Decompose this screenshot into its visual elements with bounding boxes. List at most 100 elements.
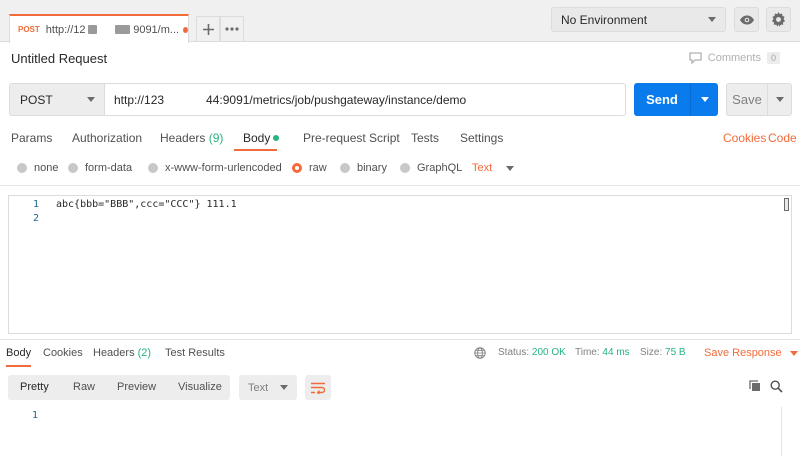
radio-circle	[340, 163, 350, 173]
radio-raw[interactable]: raw	[292, 162, 327, 174]
status-value: 200 OK	[531, 347, 566, 358]
url-text-start: http://123	[114, 92, 165, 107]
response-size: Size: 75 B	[640, 347, 686, 358]
time-label: Time:	[575, 347, 600, 358]
chevron-down-icon	[506, 165, 515, 171]
chevron-down-icon	[775, 97, 784, 102]
radio-label: none	[34, 162, 59, 174]
new-tab-button[interactable]	[196, 16, 220, 41]
tab-options-button[interactable]	[220, 16, 244, 41]
tab-prerequest-script[interactable]: Pre-request Script	[303, 131, 400, 145]
save-options-button[interactable]	[768, 97, 791, 102]
view-visualize[interactable]: Visualize	[178, 381, 222, 393]
radio-urlencoded[interactable]: x-www-form-urlencoded	[148, 162, 282, 174]
tab-settings[interactable]: Settings	[460, 131, 503, 145]
eye-icon	[739, 15, 754, 24]
radio-circle	[148, 163, 158, 173]
search-icon[interactable]	[770, 380, 783, 396]
line-gutter: 1 2	[9, 196, 45, 333]
tab-method: POST	[18, 25, 40, 34]
gear-icon	[771, 12, 786, 27]
response-format-select[interactable]: Text	[239, 375, 297, 400]
save-response-button[interactable]: Save Response	[704, 347, 798, 359]
wrap-lines-button[interactable]	[305, 375, 331, 400]
code-link[interactable]: Code	[768, 131, 797, 145]
send-button[interactable]: Send	[634, 83, 718, 116]
manage-environments-button[interactable]	[766, 7, 791, 32]
raw-format-select[interactable]: Text	[472, 162, 515, 174]
copy-icon[interactable]	[749, 380, 761, 395]
response-divider[interactable]	[0, 339, 800, 340]
response-tab-headers[interactable]: Headers (2)	[93, 347, 151, 359]
environment-label: No Environment	[561, 12, 648, 27]
response-time: Time: 44 ms	[575, 347, 630, 358]
chevron-down-icon	[280, 385, 288, 390]
chevron-down-icon	[87, 97, 95, 102]
code-line[interactable]: abc{bbb="BBB",ccc="CCC"} 111.1	[56, 199, 237, 210]
response-scrollbar[interactable]	[781, 407, 782, 456]
response-tab-cookies[interactable]: Cookies	[43, 347, 83, 359]
save-button[interactable]: Save	[726, 83, 792, 116]
tab-body[interactable]: Body	[243, 131, 280, 145]
tab-headers[interactable]: Headers (9)	[160, 131, 223, 145]
send-options-button[interactable]	[691, 97, 718, 102]
save-response-label: Save Response	[704, 347, 782, 359]
redacted-block	[115, 25, 131, 34]
has-content-dot-icon	[273, 135, 280, 141]
response-tab-test-results[interactable]: Test Results	[165, 347, 225, 359]
save-label: Save	[732, 92, 762, 107]
chevron-down-icon	[789, 350, 798, 356]
radio-binary[interactable]: binary	[340, 162, 387, 174]
raw-format-label: Text	[472, 162, 493, 174]
radio-circle	[68, 163, 78, 173]
editor-scrollbar[interactable]	[784, 198, 789, 211]
radio-graphql[interactable]: GraphQL	[400, 162, 462, 174]
tab-bar: POST http://12 9091/m... No Environment	[0, 0, 800, 43]
tab-authorization[interactable]: Authorization	[72, 131, 142, 145]
view-pretty[interactable]: Pretty	[20, 381, 49, 393]
response-status: Status: 200 OK	[498, 347, 566, 358]
response-tab-headers-count: (2)	[137, 347, 152, 359]
request-tab-1[interactable]: POST http://12 9091/m...	[9, 14, 189, 43]
tab-headers-count: (9)	[208, 131, 224, 145]
redacted-block	[87, 25, 98, 34]
environment-quick-look-button[interactable]	[734, 7, 759, 32]
code-editor[interactable]: 1 2 abc{bbb="BBB",ccc="CCC"} 111.1	[8, 195, 792, 334]
response-tab-body[interactable]: Body	[6, 347, 31, 359]
time-value: 44 ms	[602, 347, 630, 358]
unsaved-dot-icon	[183, 26, 188, 33]
radio-label: GraphQL	[417, 162, 463, 174]
cookies-link[interactable]: Cookies	[723, 131, 766, 145]
radio-label: form-data	[85, 162, 133, 174]
response-line-number: 1	[32, 410, 39, 421]
comment-icon	[689, 52, 702, 64]
comments-button[interactable]: Comments 0	[689, 52, 780, 64]
response-tab-headers-label: Headers	[93, 347, 135, 359]
send-label: Send	[646, 92, 678, 107]
view-raw[interactable]: Raw	[73, 381, 95, 393]
radio-label: x-www-form-urlencoded	[165, 162, 282, 174]
globe-icon[interactable]	[474, 347, 486, 362]
method-label: POST	[20, 92, 53, 107]
line-number: 1	[32, 199, 39, 210]
radio-circle	[17, 163, 27, 173]
size-value: 75 B	[665, 347, 686, 358]
chevron-down-icon	[708, 17, 716, 22]
response-view-toggle: Pretty Raw Preview Visualize	[8, 375, 230, 400]
body-editor-area: 1 2 abc{bbb="BBB",ccc="CCC"} 111.1	[0, 185, 800, 338]
environment-select[interactable]: No Environment	[551, 7, 726, 32]
status-label: Status:	[498, 347, 530, 358]
url-input[interactable]: http://123 44:9091/metrics/job/pushgatew…	[104, 83, 626, 116]
tab-params[interactable]: Params	[11, 131, 52, 145]
request-title[interactable]: Untitled Request	[11, 51, 107, 66]
radio-label: raw	[309, 162, 327, 174]
chevron-down-icon	[700, 97, 709, 102]
radio-form-data[interactable]: form-data	[68, 162, 132, 174]
body-type-options: none form-data x-www-form-urlencoded raw…	[0, 158, 800, 182]
tab-tests[interactable]: Tests	[411, 131, 439, 145]
active-response-tab-indicator	[6, 365, 31, 367]
radio-none[interactable]: none	[17, 162, 58, 174]
method-select[interactable]: POST	[9, 83, 104, 116]
view-preview[interactable]: Preview	[117, 381, 156, 393]
url-text-end: 44:9091/metrics/job/pushgateway/instance…	[206, 92, 467, 107]
